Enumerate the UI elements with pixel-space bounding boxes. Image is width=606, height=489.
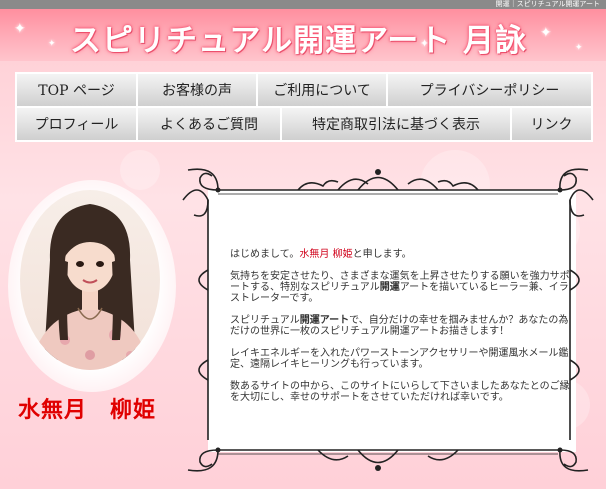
nav-faq[interactable]: よくあるご質問 — [138, 108, 282, 140]
bokeh-decoration — [120, 150, 160, 190]
nav-customer-voice[interactable]: お客様の声 — [138, 74, 258, 106]
intro-name-highlight: 水無月 柳姫 — [299, 249, 353, 260]
intro-p3-bold: 開運アート — [299, 315, 350, 326]
nav-row-1: TOP ページ お客様の声 ご利用について プライバシーポリシー — [17, 74, 591, 106]
nav-privacy-policy[interactable]: プライバシーポリシー — [388, 74, 591, 106]
profile-photo — [20, 190, 160, 370]
intro-greeting: はじめまして。 — [230, 249, 300, 260]
sparkle-icon: ✦ — [48, 39, 56, 49]
profile-name: 水無月 柳姫 — [18, 397, 157, 423]
nav-top[interactable]: TOP ページ — [17, 74, 138, 106]
intro-paragraph-5: 数あるサイトの中から、このサイトにいらして下さいましたあなたとのご縁を大切にし、… — [230, 381, 570, 403]
nav-profile[interactable]: プロフィール — [17, 108, 138, 140]
profile-illustration — [30, 204, 150, 370]
top-strip-text: 開運｜スピリチュアル開運アート — [495, 0, 600, 8]
nav-row-2: プロフィール よくあるご質問 特定商取引法に基づく表示 リンク — [17, 108, 591, 140]
intro-greeting-end: と申します。 — [352, 249, 412, 260]
sparkle-icon: ✦ — [14, 21, 26, 37]
nav-usage[interactable]: ご利用について — [258, 74, 388, 106]
intro-paragraph-1: はじめまして。水無月 柳姫と申します。 — [230, 249, 570, 260]
intro-p2-bold: 開運 — [379, 282, 400, 293]
sparkle-icon: ✦ — [575, 43, 583, 53]
intro-paragraph-3: スピリチュアル開運アートで、自分だけの幸せを掴みませんか？あなたの為だけの世界に… — [230, 315, 570, 337]
nav-commercial-law[interactable]: 特定商取引法に基づく表示 — [282, 108, 512, 140]
main-nav: TOP ページ お客様の声 ご利用について プライバシーポリシー プロフィール … — [15, 72, 593, 142]
site-title[interactable]: スピリチュアル開運アート 月詠 — [70, 15, 527, 60]
top-strip: 開運｜スピリチュアル開運アート — [0, 0, 606, 9]
intro-paragraph-2: 気持ちを安定させたり、さまざまな運気を上昇させたりする願いを強力サポートする、特… — [230, 271, 570, 304]
nav-links[interactable]: リンク — [512, 108, 591, 140]
header-banner: ✦ ✦ ✦ ✦ ✦ スピリチュアル開運アート 月詠 — [0, 9, 606, 61]
intro-text: はじめまして。水無月 柳姫と申します。 気持ちを安定させたり、さまざまな運気を上… — [230, 249, 570, 414]
intro-paragraph-4: レイキエネルギーを入れたパワーストーンアクセサリーや開運風水メール鑑定、遠隔レイ… — [230, 348, 569, 370]
sparkle-icon: ✦ — [540, 25, 552, 41]
intro-p3-text: スピリチュアル — [230, 315, 300, 326]
